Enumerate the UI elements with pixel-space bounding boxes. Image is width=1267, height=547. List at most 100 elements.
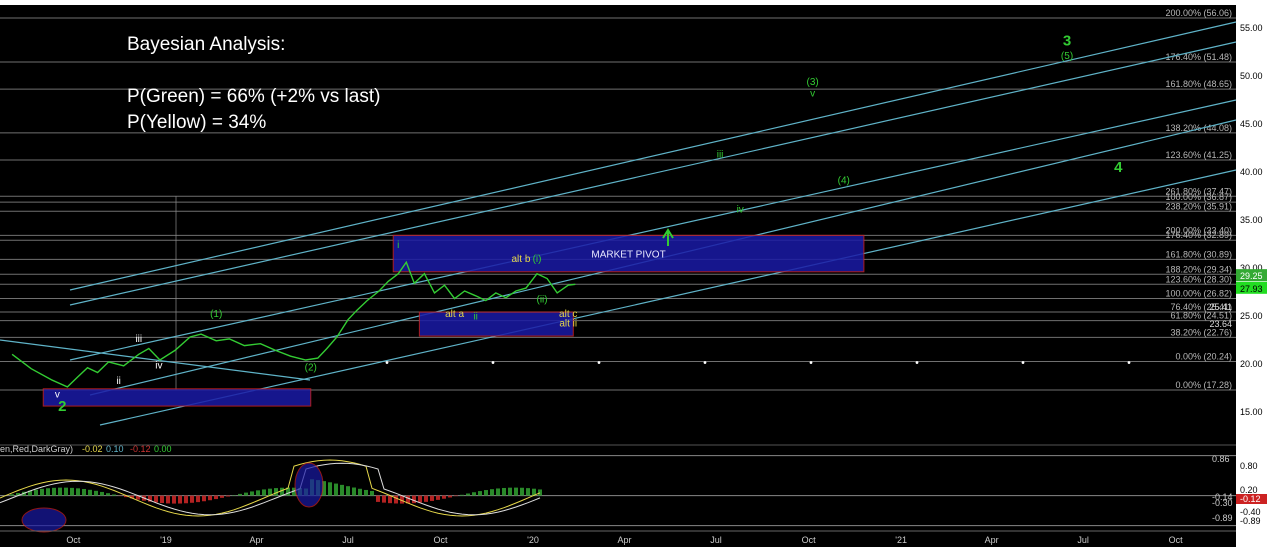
osc-legend-value-0: -0.02 [82, 444, 103, 454]
osc-hist-bar-18 [112, 494, 116, 496]
osc-hist-bar-82 [496, 488, 500, 496]
wave-label-18: iv [155, 361, 162, 372]
fib-label-4: 123.60% (41.25) [1165, 150, 1232, 160]
wave-label-19: ii [116, 376, 120, 387]
osc-hist-bar-69 [418, 495, 422, 503]
x-tick-0: Oct [66, 535, 81, 545]
osc-hist-bar-81 [490, 489, 494, 496]
osc-hist-bar-71 [430, 495, 434, 501]
annotation-yellow-prob: P(Yellow) = 34% [127, 112, 267, 133]
osc-hist-bar-15 [94, 490, 98, 496]
osc-hist-bar-12 [76, 488, 80, 496]
osc-marker-label: -0.12 [1240, 494, 1261, 504]
osc-hist-bar-40 [244, 492, 248, 496]
osc-hist-bar-58 [352, 487, 356, 496]
dot-marker-6 [1021, 361, 1025, 364]
osc-hist-bar-41 [250, 491, 254, 496]
zone-label-0: MARKET PIVOT [591, 250, 665, 261]
osc-hist-bar-78 [472, 492, 476, 496]
wave-label-7: iv [737, 204, 744, 215]
fib-label-12: 123.60% (28.30) [1165, 274, 1232, 284]
osc-tick-4: -0.30 [1212, 498, 1233, 508]
fib-label-9: 176.40% (32.89) [1165, 230, 1232, 240]
osc-hist-bar-63 [382, 495, 386, 503]
osc-legend-text: en,Red,DarkGray) [0, 444, 73, 454]
osc-hist-bar-62 [376, 495, 380, 502]
x-tick-12: Oct [1169, 535, 1184, 545]
osc-hist-bar-56 [340, 484, 344, 496]
osc-line-fast [0, 459, 541, 517]
fib-label-7: 238.20% (35.91) [1165, 201, 1232, 211]
osc-hist-bar-61 [370, 491, 374, 496]
osc-hist-bar-39 [238, 493, 242, 496]
wave-label-16: (1) [210, 309, 222, 320]
osc-hist-bar-7 [46, 488, 50, 496]
osc-legend-value-3: 0.00 [154, 444, 172, 454]
osc-hist-bar-29 [178, 495, 182, 504]
fib-label-10: 161.80% (30.89) [1165, 249, 1232, 259]
price-tick-2: 25.00 [1240, 311, 1263, 321]
osc-hist-bar-28 [172, 495, 176, 504]
dot-marker-4 [809, 361, 813, 364]
wave-label-6: 4 [1114, 159, 1123, 176]
osc-hist-bar-26 [160, 495, 164, 504]
zone-box-2 [42, 388, 312, 407]
wave-label-10: (i) [533, 254, 542, 265]
wave-label-22: 2 [58, 398, 66, 415]
wave-label-20: (2) [305, 363, 317, 374]
extra-level-label-0: 25.41 [1209, 302, 1232, 312]
fib-label-3: 138.20% (44.08) [1165, 123, 1232, 133]
osc-hist-bar-86 [520, 487, 524, 496]
dot-marker-3 [703, 361, 707, 364]
osc-hist-bar-77 [466, 493, 470, 496]
x-tick-10: Apr [985, 535, 999, 545]
x-tick-3: Jul [342, 535, 354, 545]
osc-hist-bar-31 [190, 495, 194, 503]
osc-highlight-ellipse-2 [21, 507, 67, 533]
fib-label-0: 200.00% (56.06) [1165, 8, 1232, 18]
osc-hist-bar-5 [34, 489, 38, 496]
bayesian-annotation: Bayesian Analysis: P(Green) = 66% (+2% v… [127, 32, 380, 136]
osc-legend-value-2: -0.12 [130, 444, 151, 454]
dot-marker-5 [915, 361, 919, 364]
price-tick-8: 55.00 [1240, 23, 1263, 33]
osc-hist-bar-72 [436, 495, 440, 500]
osc-hist-bar-75 [454, 495, 458, 497]
osc-hist-bar-76 [460, 494, 464, 496]
wave-label-5: (4) [838, 176, 850, 187]
x-tick-4: Oct [433, 535, 448, 545]
dot-marker-2 [597, 361, 601, 364]
wave-label-0: 3 [1063, 32, 1071, 49]
osc-hist-bar-73 [442, 495, 446, 499]
last-price-2-label: 29.25 [1240, 271, 1263, 281]
osc-tick-7: -0.89 [1240, 516, 1261, 526]
osc-hist-bar-55 [334, 483, 338, 496]
osc-hist-bar-25 [154, 495, 158, 503]
osc-hist-bar-43 [262, 489, 266, 496]
osc-hist-bar-32 [196, 495, 200, 503]
osc-hist-bar-64 [388, 495, 392, 504]
osc-hist-bar-1 [10, 494, 14, 496]
osc-hist-bar-84 [508, 487, 512, 496]
osc-highlight-ellipse-1 [294, 462, 324, 508]
osc-hist-bar-68 [412, 495, 416, 504]
osc-hist-bar-80 [484, 490, 488, 496]
price-tick-0: 15.00 [1240, 407, 1263, 417]
osc-hist-bar-70 [424, 495, 428, 502]
osc-hist-bar-37 [226, 495, 230, 497]
osc-hist-bar-60 [364, 489, 368, 496]
x-tick-8: Oct [802, 535, 817, 545]
osc-legend-value-1: 0.10 [106, 444, 124, 454]
last-price-label: 27.93 [1240, 284, 1263, 294]
osc-hist-bar-9 [58, 487, 62, 496]
osc-hist-bar-10 [64, 487, 68, 496]
osc-hist-bar-83 [502, 487, 506, 496]
osc-hist-bar-8 [52, 487, 56, 496]
annotation-title: Bayesian Analysis: [127, 34, 286, 55]
x-tick-5: '20 [527, 535, 539, 545]
osc-hist-bar-14 [88, 489, 92, 496]
fib-label-13: 100.00% (26.82) [1165, 288, 1232, 298]
osc-hist-bar-30 [184, 495, 188, 504]
osc-tick-0: 0.86 [1212, 454, 1230, 464]
osc-hist-bar-46 [280, 487, 284, 496]
